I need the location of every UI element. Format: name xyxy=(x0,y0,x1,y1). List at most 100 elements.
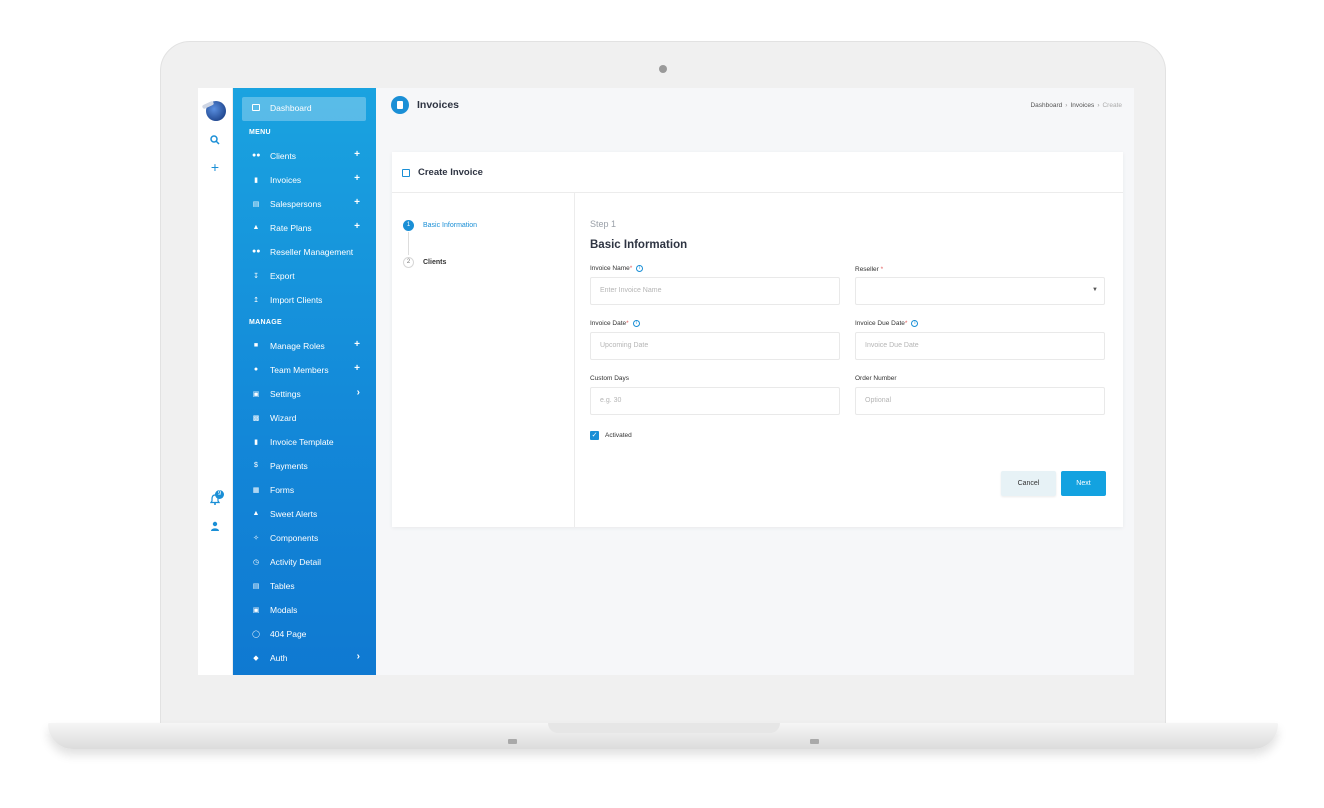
required-marker: * xyxy=(878,266,884,273)
invoice-due-date-input[interactable]: Invoice Due Date xyxy=(855,332,1105,360)
breadcrumb-current: Create xyxy=(1102,102,1122,109)
expand-plus-icon[interactable]: + xyxy=(354,221,360,232)
info-icon[interactable]: i xyxy=(636,265,644,272)
sidebar-item-salespersons[interactable]: ▤ Salespersons + xyxy=(242,194,366,214)
sidebar-item-auth[interactable]: ◆ Auth › xyxy=(242,648,366,668)
sidebar-item-modals[interactable]: ▣ Modals xyxy=(242,600,366,620)
expand-plus-icon[interactable]: + xyxy=(354,173,360,184)
label-text: Reseller xyxy=(855,266,879,273)
chevron-right-icon[interactable]: › xyxy=(357,651,360,662)
invoice-due-date-label: Invoice Due Date* i xyxy=(855,320,919,328)
caret-down-icon: ▼ xyxy=(1092,287,1098,293)
sidebar-item-payments[interactable]: $ Payments xyxy=(242,456,366,476)
warning-icon: ◯ xyxy=(252,631,260,638)
reseller-label: Reseller * xyxy=(855,266,883,273)
dollar-icon: $ xyxy=(254,462,258,469)
sidebar-item-clients[interactable]: ●● Clients + xyxy=(242,146,366,166)
info-icon[interactable]: i xyxy=(632,320,640,327)
next-button[interactable]: Next xyxy=(1061,471,1106,496)
invoice-name-input[interactable]: Enter Invoice Name xyxy=(590,277,840,305)
expand-plus-icon[interactable]: + xyxy=(354,363,360,374)
sidebar-item-export[interactable]: ↧ Export xyxy=(242,266,366,286)
shield-icon: ◆ xyxy=(253,655,259,662)
input-placeholder: Upcoming Date xyxy=(600,342,649,349)
step-number-1[interactable]: 1 xyxy=(403,220,414,231)
required-marker: * xyxy=(629,265,633,273)
breadcrumb-separator-icon: › xyxy=(1097,102,1100,109)
sidebar-item-label: Wizard xyxy=(270,413,297,423)
invoice-date-input[interactable]: Upcoming Date xyxy=(590,332,840,360)
invoices-page-icon xyxy=(391,96,409,114)
sidebar-item-import-clients[interactable]: ↥ Import Clients xyxy=(242,290,366,310)
sidebar-item-rate-plans[interactable]: ▲ Rate Plans + xyxy=(242,218,366,238)
sidebar-item-settings[interactable]: ▣ Settings › xyxy=(242,384,366,404)
sidebar-item-label: Salespersons xyxy=(270,199,322,209)
menu-section-heading: MENU xyxy=(249,129,271,136)
breadcrumb-link-invoices[interactable]: Invoices xyxy=(1070,102,1094,109)
sidebar-item-label: Tables xyxy=(270,581,295,591)
sidebar-item-team-members[interactable]: ● Team Members + xyxy=(242,360,366,380)
sidebar-item-label: Rate Plans xyxy=(270,223,312,233)
activated-label: Activated xyxy=(605,432,632,439)
sidebar-item-label: 404 Page xyxy=(270,629,307,639)
expand-plus-icon[interactable]: + xyxy=(354,149,360,160)
sidebar-item-label: Clients xyxy=(270,151,296,161)
app-logo[interactable] xyxy=(206,101,226,121)
custom-days-label: Custom Days xyxy=(590,375,630,382)
invoice-name-label: Invoice Name* i xyxy=(590,265,644,273)
dashboard-icon xyxy=(252,104,260,111)
reseller-select[interactable]: ▼ xyxy=(855,277,1105,305)
sidebar-item-label: Forms xyxy=(270,485,295,495)
breadcrumb-separator-icon: › xyxy=(1065,102,1068,109)
icon-bar: + 9 xyxy=(198,88,233,675)
label-text: Invoice Due Date xyxy=(855,320,905,328)
grid-icon xyxy=(402,169,410,177)
label-text: Invoice Date xyxy=(590,320,627,328)
sidebar-item-sweet-alerts[interactable]: ▲ Sweet Alerts xyxy=(242,504,366,524)
order-number-input[interactable]: Optional xyxy=(855,387,1105,415)
wizard-icon: ▩ xyxy=(252,415,260,422)
sidebar-item-manage-roles[interactable]: ■ Manage Roles + xyxy=(242,336,366,356)
sidebar-item-label: Modals xyxy=(270,605,298,615)
sidebar-item-label: Invoices xyxy=(270,175,302,185)
expand-plus-icon[interactable]: + xyxy=(354,197,360,208)
required-marker: * xyxy=(626,320,629,328)
breadcrumb-link-dashboard[interactable]: Dashboard xyxy=(1030,102,1062,109)
download-icon: ↧ xyxy=(253,273,259,280)
custom-days-input[interactable]: e.g. 30 xyxy=(590,387,840,415)
add-icon[interactable]: + xyxy=(207,159,223,175)
user-icon[interactable] xyxy=(207,519,223,535)
sidebar-item-invoice-template[interactable]: ▮ Invoice Template xyxy=(242,432,366,452)
sidebar-item-dashboard[interactable]: Dashboard xyxy=(242,97,366,121)
cancel-button[interactable]: Cancel xyxy=(1001,471,1056,496)
sidebar-item-invoices[interactable]: ▮ Invoices + xyxy=(242,170,366,190)
sidebar-item-components[interactable]: ✧ Components xyxy=(242,528,366,548)
step-number-2[interactable]: 2 xyxy=(403,257,414,268)
search-icon[interactable] xyxy=(207,133,223,149)
sidebar-item-label: Team Members xyxy=(270,365,329,375)
manage-section-heading: MANAGE xyxy=(249,319,282,326)
document-icon: ▮ xyxy=(254,439,258,446)
chevron-right-icon[interactable]: › xyxy=(357,387,360,398)
sidebar-item-activity-detail[interactable]: ◷ Activity Detail xyxy=(242,552,366,572)
order-number-label: Order Number xyxy=(855,375,897,382)
sidebar-item-label: Dashboard xyxy=(270,103,312,113)
activated-checkbox[interactable]: ✓ xyxy=(590,431,599,440)
sidebar-item-forms[interactable]: ▦ Forms xyxy=(242,480,366,500)
lock-icon: ■ xyxy=(253,342,259,349)
sidebar-item-wizard[interactable]: ▩ Wizard xyxy=(242,408,366,428)
sidebar-item-tables[interactable]: ▤ Tables xyxy=(242,576,366,596)
input-placeholder: Optional xyxy=(865,397,892,404)
step-label-clients[interactable]: Clients xyxy=(423,259,446,266)
breadcrumb: Dashboard › Invoices › Create xyxy=(1030,102,1122,109)
sidebar-item-404-page[interactable]: ◯ 404 Page xyxy=(242,624,366,644)
step-label-basic-information[interactable]: Basic Information xyxy=(423,222,477,229)
input-placeholder: e.g. 30 xyxy=(600,397,622,404)
step-indicator: Step 1 xyxy=(590,219,617,229)
upload-icon: ↥ xyxy=(253,297,259,304)
info-icon[interactable]: i xyxy=(911,320,919,327)
expand-plus-icon[interactable]: + xyxy=(354,339,360,350)
card-title: Create Invoice xyxy=(418,167,483,178)
sidebar-item-reseller-management[interactable]: ●● Reseller Management xyxy=(242,242,366,262)
bell-icon: ▲ xyxy=(252,510,260,517)
